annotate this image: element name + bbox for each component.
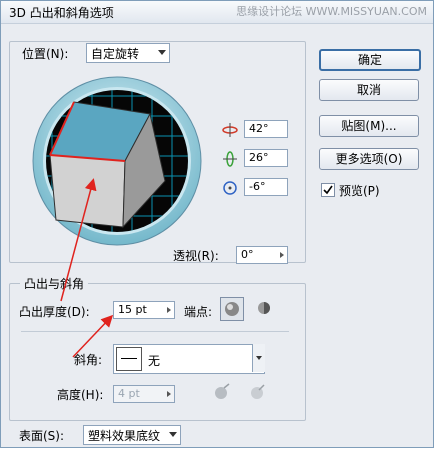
position-select-value: 自定旋转 xyxy=(91,47,140,61)
position-select[interactable]: 自定旋转 xyxy=(86,43,170,63)
cap-off-icon[interactable] xyxy=(255,299,273,317)
preview-label: 预览(P) xyxy=(339,184,380,198)
bevel-value: 无 xyxy=(148,354,161,368)
spinner-arrow-icon[interactable] xyxy=(167,391,171,397)
y-rotation-field[interactable]: 26° xyxy=(244,149,288,167)
x-rotation-value: 42° xyxy=(249,122,269,135)
surface-label: 表面(S): xyxy=(19,429,65,443)
rotation-dial[interactable] xyxy=(32,76,202,246)
rotate-z-icon xyxy=(223,181,237,195)
bevel-select[interactable]: 无 xyxy=(113,344,265,374)
extrude-depth-field[interactable]: 15 pt xyxy=(113,301,175,319)
height-value: 4 pt xyxy=(118,387,140,400)
surface-select[interactable]: 塑料效果底纹 xyxy=(83,425,181,445)
bevel-in-icon[interactable] xyxy=(247,382,267,402)
dialog-title: 3D 凸出和斜角选项 xyxy=(9,6,114,20)
title-bar: 3D 凸出和斜角选项 思缘设计论坛 WWW.MISSYUAN.COM xyxy=(1,1,433,24)
cube-front-face xyxy=(49,154,126,228)
y-rotation-value: 26° xyxy=(249,151,269,164)
height-field[interactable]: 4 pt xyxy=(113,385,175,403)
3d-extrude-bevel-dialog: 3D 凸出和斜角选项 思缘设计论坛 WWW.MISSYUAN.COM 位置(N)… xyxy=(0,0,434,448)
separator xyxy=(21,331,289,332)
bevel-label: 斜角: xyxy=(74,353,103,367)
checkmark-icon xyxy=(323,185,333,195)
spinner-arrow-icon[interactable] xyxy=(167,307,171,313)
surface-select-value: 塑料效果底纹 xyxy=(88,429,161,443)
x-rotation-field[interactable]: 42° xyxy=(244,120,288,138)
perspective-label: 透视(R): xyxy=(173,249,219,263)
cancel-button[interactable]: 取消 xyxy=(319,79,419,101)
extrude-depth-label: 凸出厚度(D): xyxy=(19,305,90,319)
perspective-field[interactable]: 0° xyxy=(236,246,288,264)
position-group: 位置(N): 自定旋转 42° 26° -6° 透视(R): 0° xyxy=(9,41,306,264)
ok-button[interactable]: 确定 xyxy=(319,49,421,71)
preview-checkbox[interactable] xyxy=(321,183,335,197)
rotate-y-icon xyxy=(223,151,237,167)
chevron-down-icon[interactable] xyxy=(252,344,265,372)
chevron-down-icon xyxy=(158,50,166,55)
map-button[interactable]: 贴图(M)... xyxy=(319,115,419,137)
extrude-bevel-group-label: 凸出与斜角 xyxy=(20,275,89,292)
cap-on-button[interactable] xyxy=(220,297,244,321)
position-label: 位置(N): xyxy=(22,47,69,61)
cap-on-icon xyxy=(225,302,239,316)
height-label: 高度(H): xyxy=(57,388,104,402)
bevel-preview-swatch xyxy=(116,347,142,371)
chevron-down-icon xyxy=(169,432,177,437)
z-rotation-field[interactable]: -6° xyxy=(244,178,288,196)
extrude-depth-value: 15 pt xyxy=(118,303,147,316)
rotate-x-icon xyxy=(222,123,238,137)
bevel-out-icon[interactable] xyxy=(212,382,232,402)
spinner-arrow-icon[interactable] xyxy=(280,252,284,258)
perspective-value: 0° xyxy=(241,248,254,261)
cap-label: 端点: xyxy=(184,305,213,319)
more-options-button[interactable]: 更多选项(O) xyxy=(319,148,419,170)
z-rotation-value: -6° xyxy=(249,180,266,193)
watermark-text: 思缘设计论坛 WWW.MISSYUAN.COM xyxy=(236,5,427,18)
